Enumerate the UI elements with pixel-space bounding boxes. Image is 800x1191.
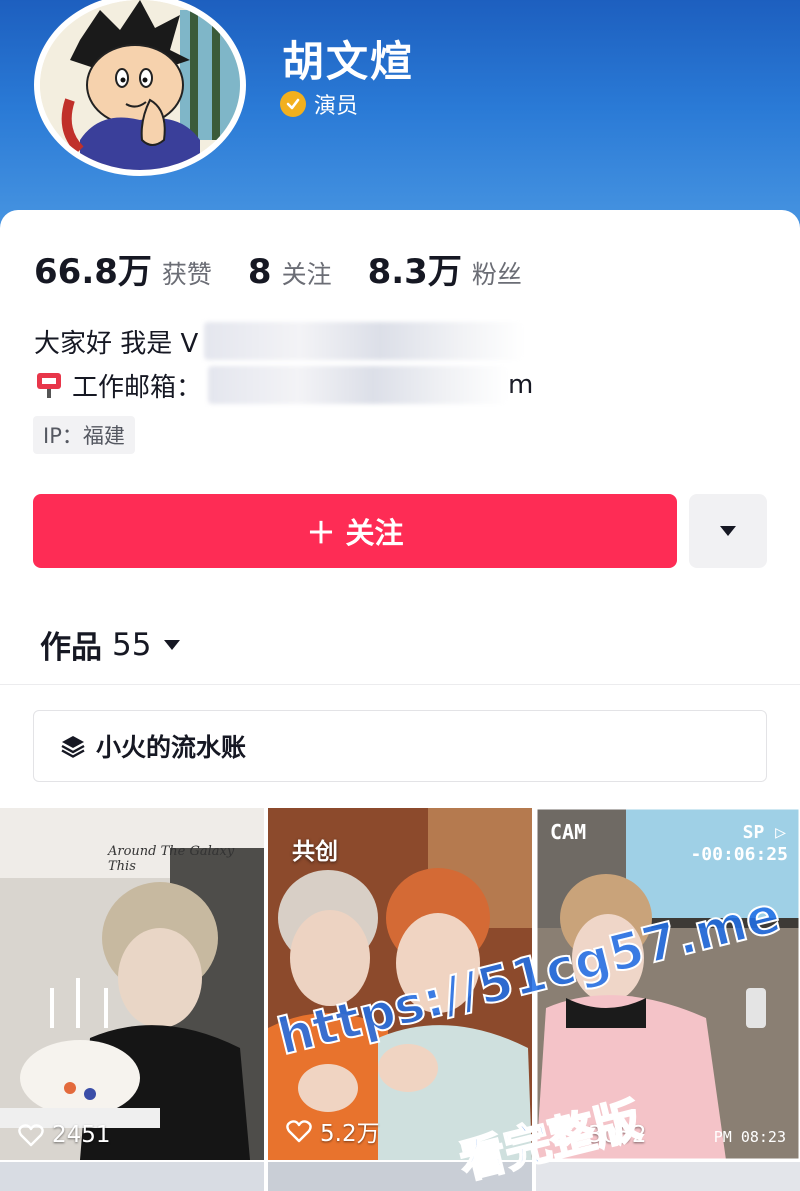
tab-works[interactable]: 作品 55 bbox=[40, 622, 181, 667]
bio-line-2: 工作邮箱： m bbox=[34, 366, 533, 404]
mailbox-icon bbox=[34, 370, 64, 400]
likes-count: 66.8万 bbox=[34, 252, 152, 292]
video-thumbnail-partial[interactable] bbox=[536, 1162, 800, 1191]
avatar[interactable] bbox=[34, 0, 246, 176]
cam-sp-label: SP ▷ bbox=[742, 822, 786, 843]
followers-label[interactable]: 粉丝 bbox=[472, 255, 522, 291]
email-label: 工作邮箱： bbox=[72, 372, 203, 403]
email-tail: m bbox=[508, 370, 534, 400]
bio-text: 大家好 我是 V bbox=[34, 328, 199, 359]
following-label[interactable]: 关注 bbox=[282, 255, 332, 291]
avatar-cartoon-image bbox=[40, 0, 240, 170]
video-likes: 2451 bbox=[18, 1122, 111, 1148]
caret-down-icon bbox=[720, 526, 736, 536]
caret-down-icon bbox=[164, 639, 181, 650]
bio-line-1: 大家好 我是 V bbox=[34, 322, 525, 360]
verified-check-icon bbox=[280, 91, 306, 117]
collection-row[interactable]: 小火的流水账 bbox=[33, 710, 767, 782]
section-divider bbox=[0, 684, 800, 685]
works-tab-count: 55 bbox=[112, 626, 152, 663]
ip-location-tag: IP：福建 bbox=[33, 416, 135, 454]
cam-pm-time: PM 08:23 bbox=[713, 1128, 786, 1146]
verification-label: 演员 bbox=[314, 94, 359, 119]
verification-row: 演员 bbox=[280, 88, 358, 120]
likes-label: 获赞 bbox=[161, 260, 212, 289]
follow-button[interactable]: ＋ 关注 bbox=[33, 494, 677, 568]
cam-overlay-label: CAM bbox=[550, 820, 587, 844]
layers-icon bbox=[61, 736, 85, 758]
blurred-email-region bbox=[208, 366, 509, 404]
video-thumbnail[interactable]: Around The Galaxy This 2451 bbox=[0, 808, 264, 1160]
collection-label: 小火的流水账 bbox=[96, 733, 247, 762]
video-likes-count: 2451 bbox=[52, 1122, 111, 1148]
works-tab-label: 作品 bbox=[40, 630, 102, 666]
blurred-bio-region bbox=[204, 322, 525, 360]
followers-count[interactable]: 8.3万 bbox=[368, 244, 462, 293]
heart-icon bbox=[286, 1120, 312, 1143]
following-count[interactable]: 8 bbox=[248, 252, 272, 292]
profile-stats: 66.8万 获赞 8 关注 8.3万 粉丝 bbox=[34, 244, 558, 293]
heart-icon bbox=[18, 1124, 44, 1147]
profile-name: 胡文煊 bbox=[282, 37, 415, 86]
video-caption: Around The Galaxy This bbox=[108, 844, 235, 874]
cam-timestamp: -00:06:25 bbox=[690, 844, 788, 865]
video-likes-count: 5.2万 bbox=[320, 1121, 380, 1147]
video-thumbnail-partial[interactable] bbox=[0, 1162, 264, 1191]
collab-badge: 共创 bbox=[292, 839, 338, 865]
more-options-button[interactable] bbox=[689, 494, 767, 568]
video-likes: 5.2万 bbox=[286, 1114, 380, 1148]
